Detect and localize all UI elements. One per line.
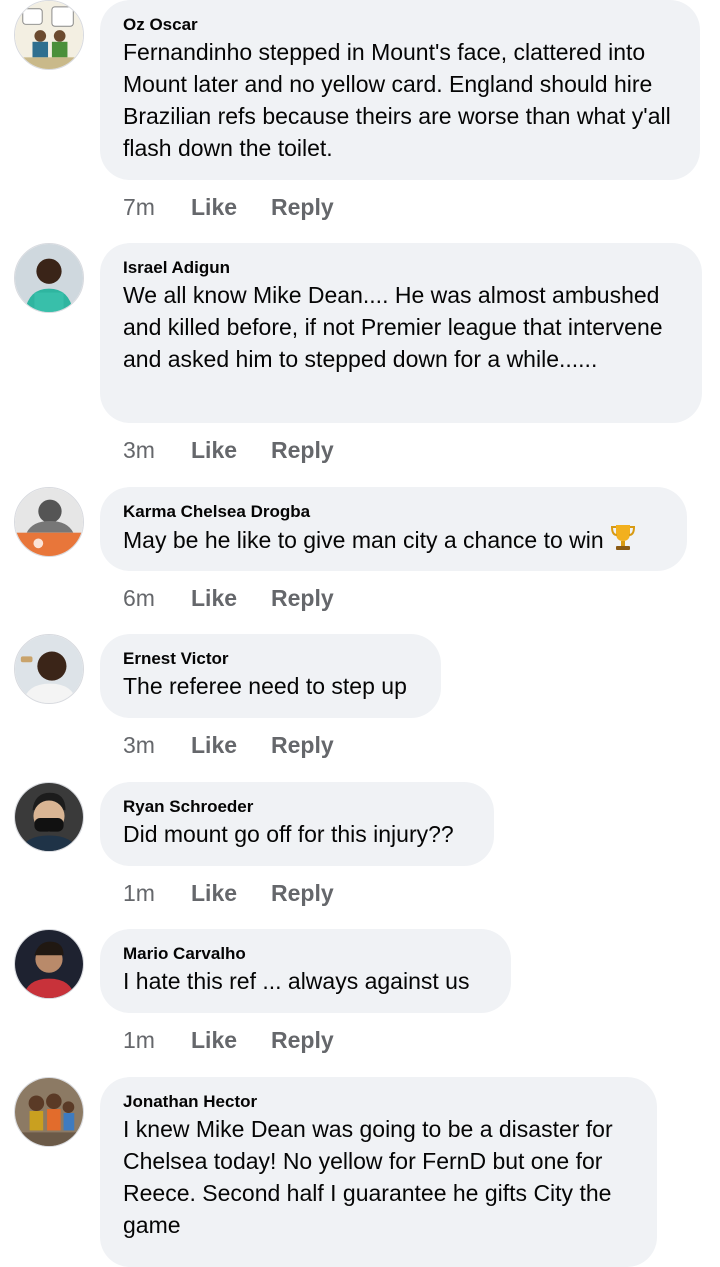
trophy-icon (610, 523, 636, 559)
comment-text: Did mount go off for this injury?? (123, 821, 454, 847)
comment-bubble: Karma Chelsea Drogba May be he like to g… (100, 487, 687, 571)
comment-bubble: Oz Oscar Fernandinho stepped in Mount's … (100, 0, 700, 180)
comment-text: Fernandinho stepped in Mount's face, cla… (123, 39, 678, 161)
comment-timestamp[interactable]: 7m (123, 193, 191, 221)
comment-text: I hate this ref ... always against us (123, 968, 470, 994)
comment-bubble: Israel Adigun We all know Mike Dean.... … (100, 243, 702, 423)
comment-actions: 1m Like Reply (123, 1026, 334, 1054)
like-button[interactable]: Like (191, 193, 237, 221)
comment-timestamp[interactable]: 3m (123, 436, 191, 464)
comment-author[interactable]: Ryan Schroeder (123, 796, 470, 818)
reply-button[interactable]: Reply (271, 731, 334, 759)
comment-bubble: Mario Carvalho I hate this ref ... alway… (100, 929, 511, 1013)
comment-bubble: Jonathan Hector I knew Mike Dean was goi… (100, 1077, 657, 1267)
reply-button[interactable]: Reply (271, 879, 334, 907)
reply-button[interactable]: Reply (271, 1026, 334, 1054)
avatar[interactable] (14, 1077, 84, 1147)
comment-actions: 7m Like Reply (123, 193, 334, 221)
avatar[interactable] (14, 782, 84, 852)
comment-actions: 1m Like Reply (123, 879, 334, 907)
avatar[interactable] (14, 634, 84, 704)
comment-text: May be he like to give man city a chance… (123, 523, 663, 559)
reply-button[interactable]: Reply (271, 584, 334, 612)
comment-author[interactable]: Mario Carvalho (123, 943, 487, 965)
comment-author[interactable]: Karma Chelsea Drogba (123, 501, 663, 523)
comment-actions: 6m Like Reply (123, 584, 334, 612)
like-button[interactable]: Like (191, 584, 237, 612)
comment-author[interactable]: Israel Adigun (123, 257, 678, 279)
avatar[interactable] (14, 0, 84, 70)
avatar[interactable] (14, 487, 84, 557)
comment-actions: 3m Like Reply (123, 731, 334, 759)
comment-bubble: Ryan Schroeder Did mount go off for this… (100, 782, 494, 866)
reply-button[interactable]: Reply (271, 193, 334, 221)
comment-text-content: May be he like to give man city a chance… (123, 527, 604, 553)
like-button[interactable]: Like (191, 436, 237, 464)
comment-author[interactable]: Oz Oscar (123, 14, 676, 36)
comment-bubble: Ernest Victor The referee need to step u… (100, 634, 441, 718)
comment-timestamp[interactable]: 1m (123, 1026, 191, 1054)
like-button[interactable]: Like (191, 879, 237, 907)
comment-author[interactable]: Ernest Victor (123, 648, 417, 670)
comment-text: The referee need to step up (123, 673, 407, 699)
comment-text: We all know Mike Dean.... He was almost … (123, 282, 669, 372)
avatar[interactable] (14, 243, 84, 313)
comment-actions: 3m Like Reply (123, 436, 334, 464)
comment-author[interactable]: Jonathan Hector (123, 1091, 633, 1113)
reply-button[interactable]: Reply (271, 436, 334, 464)
comment-text: I knew Mike Dean was going to be a disas… (123, 1116, 620, 1238)
like-button[interactable]: Like (191, 731, 237, 759)
like-button[interactable]: Like (191, 1026, 237, 1054)
comment-timestamp[interactable]: 1m (123, 879, 191, 907)
comment-timestamp[interactable]: 3m (123, 731, 191, 759)
comment-timestamp[interactable]: 6m (123, 584, 191, 612)
avatar[interactable] (14, 929, 84, 999)
